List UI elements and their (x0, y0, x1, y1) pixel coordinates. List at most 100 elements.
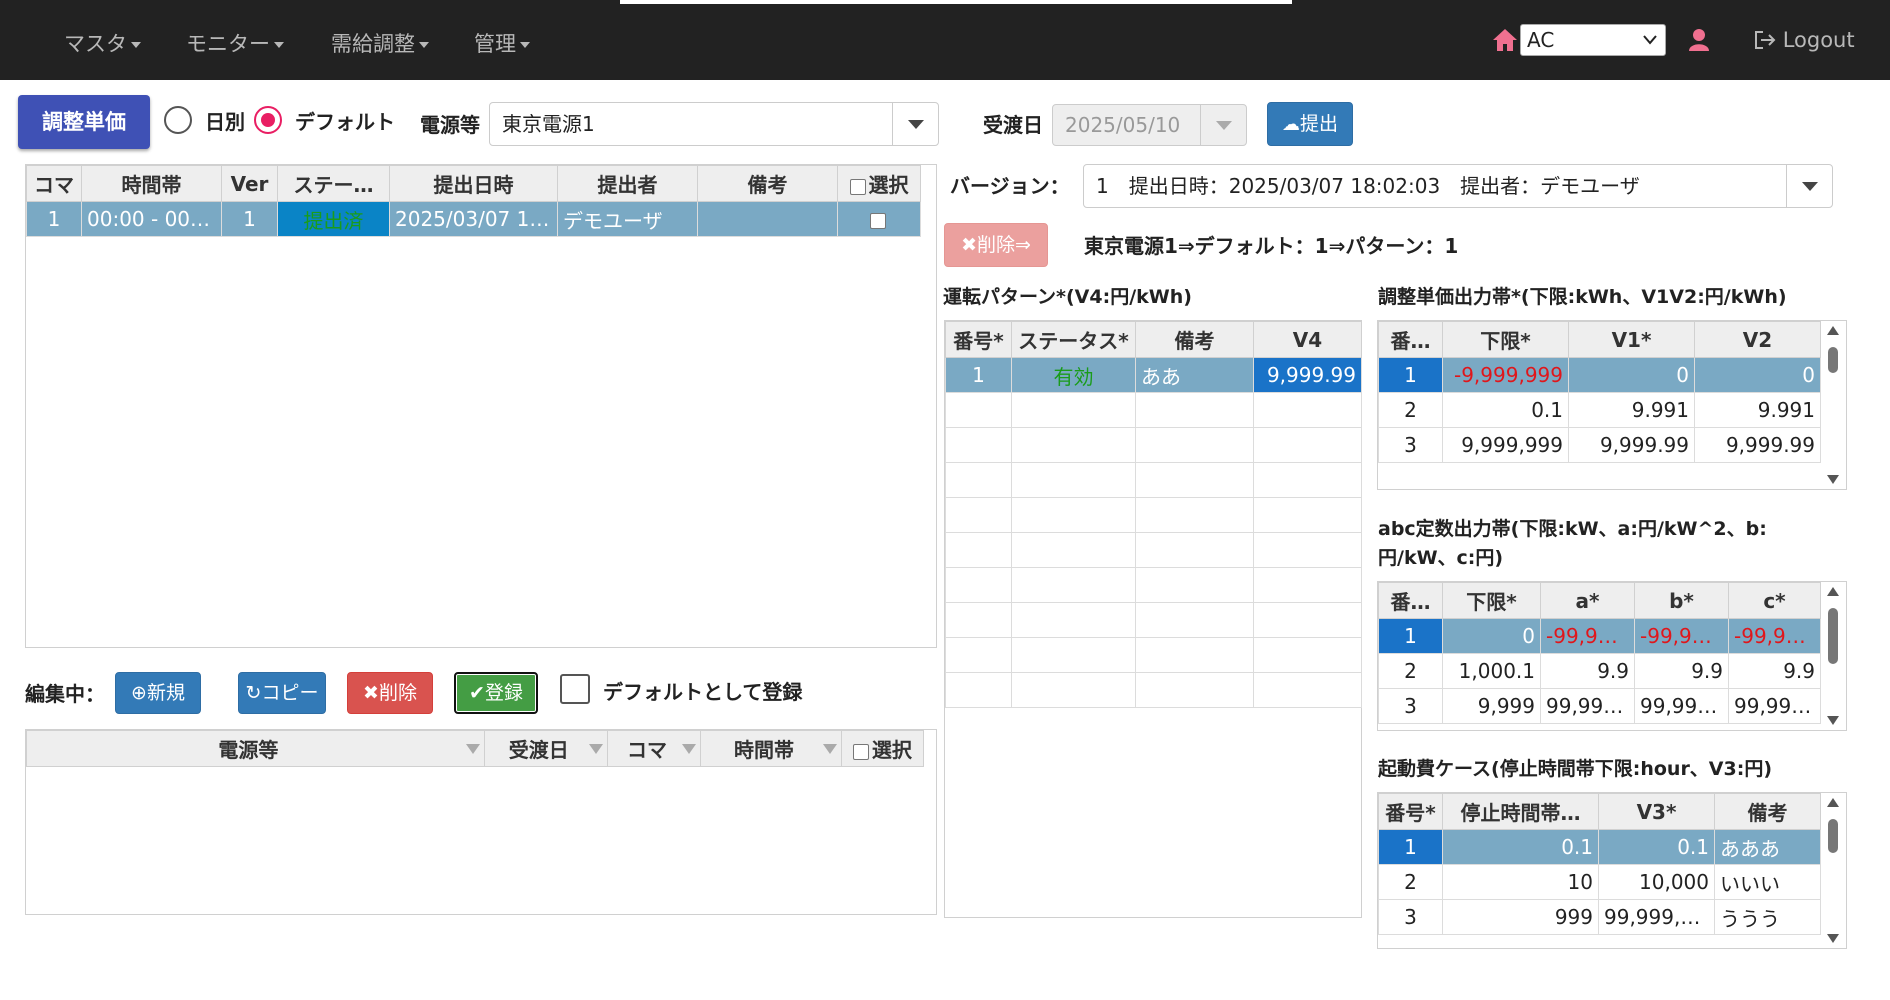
abc-panel: 番… 下限* a* b* c* 1 0 -99,99… -99,99… -99,… (1377, 581, 1847, 731)
list-table: コマ 時間帯 Ver ステー… 提出日時 提出者 備考 選択 1 00:00 -… (26, 165, 921, 237)
table-row[interactable] (945, 602, 1362, 638)
nav-menu-admin[interactable]: 管理 (474, 28, 530, 58)
abc-title-line2: 円/kW、c:円) (1378, 547, 1504, 569)
col-time[interactable]: 時間帯 (81, 165, 222, 202)
logout-icon (1755, 31, 1776, 49)
check-icon: ✔ (469, 682, 485, 704)
version-delete-button[interactable]: ✖削除⇒ (944, 223, 1048, 267)
copy-button[interactable]: ↻コピー (238, 672, 326, 714)
filter-icon[interactable] (822, 744, 837, 754)
plus-circle-icon: ⊕ (131, 682, 147, 704)
col-ver[interactable]: Ver (221, 165, 278, 202)
startup-header-row: 番号* 停止時間帯… V3* 備考 (1378, 793, 1821, 830)
adjust-price-button[interactable]: 調整単価 (18, 95, 150, 149)
table-row[interactable] (945, 497, 1362, 533)
col-select[interactable]: 選択 (837, 165, 921, 202)
table-row[interactable] (945, 567, 1362, 603)
price-band-scrollbar[interactable] (1825, 323, 1841, 487)
startup-table: 番号* 停止時間帯… V3* 備考 1 0.1 0.1 あああ 2 10 10,… (1378, 793, 1821, 935)
table-row[interactable]: 3 999 99,999,999 ううう (1378, 899, 1821, 935)
col-submit-date[interactable]: 提出日時 (389, 165, 558, 202)
dropdown-arrow-icon (892, 103, 938, 145)
select-all-checkbox[interactable] (849, 178, 866, 195)
register-default-label: デフォルトとして登録 (603, 680, 803, 704)
source-select[interactable]: 東京電源1 (489, 102, 939, 146)
dropdown-arrow-icon (1200, 105, 1246, 145)
table-row[interactable]: 1 00:00 - 00:30 1 提出済 2025/03/07 18… デモユ… (26, 201, 921, 237)
filter-icon[interactable] (588, 744, 603, 754)
source-label: 電源等 (420, 113, 480, 137)
table-row[interactable]: 2 10 10,000 いいい (1378, 864, 1821, 900)
register-button[interactable]: ✔登録 (454, 672, 538, 714)
version-label: バージョン： (950, 174, 1070, 198)
abc-header-row: 番… 下限* a* b* c* (1378, 582, 1821, 619)
table-row[interactable] (945, 462, 1362, 498)
home-icon[interactable] (1492, 28, 1518, 52)
price-band-header-row: 番… 下限* V1* V2 (1378, 321, 1821, 358)
select-all-checkbox[interactable] (852, 743, 869, 760)
row-select-cell (837, 201, 921, 237)
row-checkbox[interactable] (869, 212, 886, 229)
abc-table: 番… 下限* a* b* c* 1 0 -99,99… -99,99… -99,… (1378, 582, 1821, 724)
startup-scrollbar[interactable] (1825, 795, 1841, 946)
table-row[interactable]: 1 0.1 0.1 あああ (1378, 829, 1821, 865)
nav-menu-master[interactable]: マスタ (64, 28, 141, 58)
startup-title: 起動費ケース(停止時間帯下限:hour、V3:円) (1378, 758, 1773, 780)
table-row[interactable]: 1 有効 ああ 9,999.99 (945, 357, 1362, 393)
filter-icon[interactable] (465, 744, 480, 754)
area-select[interactable]: AC (1520, 24, 1666, 56)
table-row[interactable] (945, 637, 1362, 673)
table-row[interactable] (945, 532, 1362, 568)
x-icon: ✖ (363, 682, 379, 704)
col-source[interactable]: 電源等 (26, 730, 485, 767)
col-submitter[interactable]: 提出者 (557, 165, 698, 202)
table-row[interactable]: 1 0 -99,99… -99,99… -99,99… (1378, 618, 1821, 654)
radio-daily[interactable] (164, 106, 192, 134)
col-koma[interactable]: コマ (26, 165, 82, 202)
radio-default-label: デフォルト (295, 110, 395, 134)
table-row[interactable]: 1 -9,999,999 0 0 (1378, 357, 1821, 393)
radio-default[interactable] (254, 106, 282, 134)
new-button[interactable]: ⊕新規 (115, 672, 201, 714)
col-date[interactable]: 受渡日 (483, 730, 608, 767)
nav-menu-supply-demand[interactable]: 需給調整 (331, 28, 429, 58)
logout-link[interactable]: Logout (1754, 28, 1855, 52)
abc-title-line1: abc定数出力帯(下限:kW、a:円/kW^2、b: (1378, 518, 1767, 540)
startup-panel: 番号* 停止時間帯… V3* 備考 1 0.1 0.1 あああ 2 10 10,… (1377, 792, 1847, 949)
col-status[interactable]: ステー… (277, 165, 390, 202)
table-row[interactable] (945, 427, 1362, 463)
table-row[interactable]: 2 1,000.1 9.9 9.9 9.9 (1378, 653, 1821, 689)
col-koma[interactable]: コマ (606, 730, 702, 767)
table-row[interactable] (945, 392, 1362, 428)
pattern-table: 番号* ステータス* 備考 V4 1 有効 ああ 9,999.99 (945, 321, 1362, 708)
pattern-title: 運転パターン*(V4:円/kWh) (943, 286, 1192, 308)
table-row[interactable] (945, 672, 1362, 708)
dropdown-arrow-icon (1786, 165, 1832, 207)
table-row[interactable]: 2 0.1 9.991 9.991 (1378, 392, 1821, 428)
submit-button[interactable]: ☁提出 (1267, 102, 1353, 146)
x-icon: ✖ (961, 234, 977, 256)
col-time[interactable]: 時間帯 (700, 730, 842, 767)
col-note[interactable]: 備考 (697, 165, 838, 202)
nav-menu-monitor[interactable]: モニター (186, 28, 284, 58)
delete-button[interactable]: ✖削除 (347, 672, 433, 714)
table-row[interactable]: 3 9,999 99,999.9 99,999.9 99,999.9 (1378, 688, 1821, 724)
register-default-checkbox[interactable] (560, 674, 590, 704)
col-select[interactable]: 選択 (840, 730, 925, 767)
filter-icon[interactable] (682, 744, 697, 754)
abc-scrollbar[interactable] (1825, 584, 1841, 728)
price-band-title: 調整単価出力帯*(下限:kWh、V1V2:円/kWh) (1378, 286, 1787, 308)
window-top-strip (620, 0, 1292, 4)
list-header-row: コマ 時間帯 Ver ステー… 提出日時 提出者 備考 選択 (26, 165, 921, 202)
user-icon[interactable] (1688, 28, 1710, 52)
date-select[interactable]: 2025/05/10 (1052, 104, 1247, 146)
upload-icon: ☁ (1281, 114, 1300, 135)
date-label: 受渡日 (983, 113, 1043, 137)
price-band-table: 番… 下限* V1* V2 1 -9,999,999 0 0 2 0.1 9.9… (1378, 321, 1821, 463)
table-row[interactable]: 3 9,999,999 9,999.99 9,999.99 (1378, 427, 1821, 463)
version-select[interactable]: 1 提出日時：2025/03/07 18:02:03 提出者：デモユーザ (1083, 164, 1833, 208)
radio-daily-label: 日別 (205, 110, 245, 134)
edit-header-row: 電源等 受渡日 コマ 時間帯 選択 (26, 730, 925, 767)
status-badge: 提出済 (277, 201, 390, 237)
pattern-header-row: 番号* ステータス* 備考 V4 (945, 321, 1362, 358)
